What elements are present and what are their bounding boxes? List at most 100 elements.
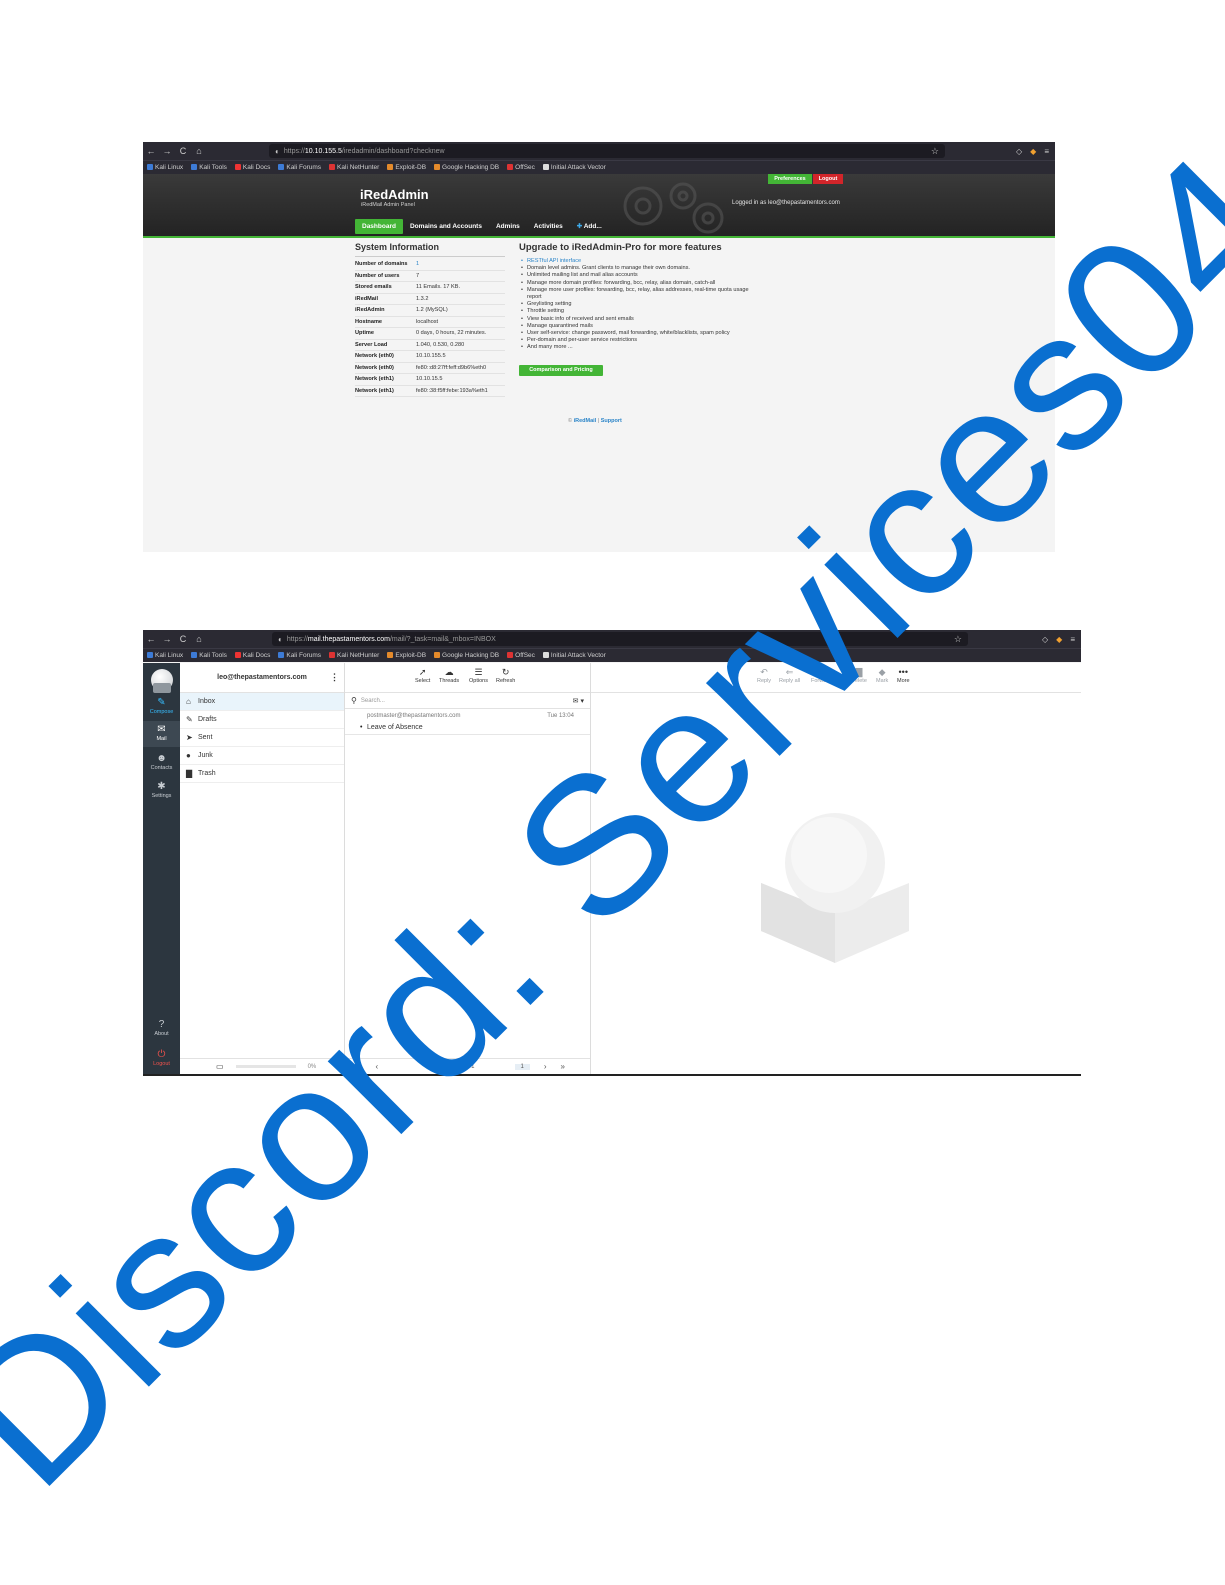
url-bar[interactable]: ◐ https://mail.thepastamentors.com/mail/… xyxy=(272,632,968,646)
bookmark-kali-linux[interactable]: Kali Linux xyxy=(147,164,183,171)
bookmark-label: Kali Linux xyxy=(155,652,184,659)
kali-docs-icon xyxy=(234,164,241,171)
pocket-icon[interactable]: ◇ xyxy=(1016,147,1022,156)
mark-button[interactable]: ◆ Mark xyxy=(876,666,888,684)
reply-button[interactable]: ↶ Reply xyxy=(757,666,771,684)
delete-button[interactable]: ▇ Delete xyxy=(851,666,867,684)
bookmark-star-icon[interactable]: ☆ xyxy=(954,634,962,645)
settings-button[interactable]: ✱ Settings xyxy=(143,781,180,801)
tab-admins[interactable]: Admins xyxy=(489,219,527,234)
bookmark-kali-docs[interactable]: Kali Docs xyxy=(234,652,270,659)
extension-icon[interactable]: ◆ xyxy=(1056,635,1062,644)
contacts-button[interactable]: ☻ Contacts xyxy=(143,753,180,773)
search-icon: ⚲ xyxy=(351,696,357,705)
bookmark-kali-tools[interactable]: Kali Tools xyxy=(191,652,227,659)
preview-pane: ↶ Reply ⇐ Reply all ↷ Forward ▇ Delete ◆ Mark… xyxy=(591,663,1081,1074)
feature-item: User self-service: change password, mail… xyxy=(519,330,749,337)
prev-page-icon[interactable]: ‹ xyxy=(375,1062,378,1071)
bookmark-offsec[interactable]: OffSec xyxy=(507,652,535,659)
bookmark-initial-attack-vector[interactable]: Initial Attack Vector xyxy=(542,164,606,171)
refresh-button[interactable]: ↻ Refresh xyxy=(496,666,515,684)
info-value[interactable]: 1 xyxy=(416,261,419,267)
message-row[interactable]: postmaster@thepastamentors.com Tue 13:04… xyxy=(345,709,590,735)
folder-junk[interactable]: ● Junk xyxy=(180,747,344,765)
search-input[interactable]: Search... xyxy=(361,698,385,704)
folder-sent[interactable]: ➤ Sent xyxy=(180,729,344,747)
forward-button[interactable]: → xyxy=(159,634,175,644)
forward-button[interactable]: ↷ Forward xyxy=(811,666,831,684)
bookmark-kali-docs[interactable]: Kali Docs xyxy=(234,164,270,171)
search-bar[interactable]: ⚲ Search... ✉ ▾ xyxy=(345,693,590,709)
plus-icon: ✚ xyxy=(576,223,584,230)
bookmark-kali-forums[interactable]: Kali Forums xyxy=(278,652,321,659)
feature-item[interactable]: RESTful API interface xyxy=(519,258,749,265)
message-from: postmaster@thepastamentors.com xyxy=(367,713,461,719)
iredmail-link[interactable]: iRedMail xyxy=(574,418,597,424)
tab-domains-accounts[interactable]: Domains and Accounts xyxy=(403,219,489,234)
mail-button[interactable]: ✉ Mail xyxy=(143,721,180,747)
bookmark-kali-tools[interactable]: Kali Tools xyxy=(191,164,227,171)
folder-trash[interactable]: ▇ Trash xyxy=(180,765,344,783)
menu-icon[interactable]: ≡ xyxy=(1070,635,1075,644)
reload-button[interactable]: C xyxy=(175,146,191,156)
tab-activities[interactable]: Activities xyxy=(527,219,570,234)
bookmark-star-icon[interactable]: ☆ xyxy=(931,146,939,157)
home-button[interactable]: ⌂ xyxy=(191,634,207,644)
forward-button[interactable]: → xyxy=(159,146,175,156)
info-key: Network (eth0) xyxy=(355,353,394,360)
folder-drafts[interactable]: ✎ Drafts xyxy=(180,711,344,729)
logout-button[interactable]: ⏻ Logout xyxy=(143,1049,180,1069)
back-button[interactable]: ← xyxy=(143,634,159,644)
iredadmin-header: iRedAdmin iRedMail Admin Panel Preferenc… xyxy=(143,174,1055,236)
bookmark-exploit-db[interactable]: Exploit-DB xyxy=(387,164,426,171)
bookmark-exploit-db[interactable]: Exploit-DB xyxy=(387,652,426,659)
compose-button[interactable]: ✎ Compose xyxy=(143,697,180,717)
preferences-button[interactable]: Preferences xyxy=(768,174,812,184)
support-link[interactable]: Support xyxy=(601,418,622,424)
url-path: /iredadmin/dashboard?checknew xyxy=(341,147,445,155)
bookmark-kali-linux[interactable]: Kali Linux xyxy=(147,652,183,659)
options-button[interactable]: ☰ Options xyxy=(469,666,488,684)
select-button[interactable]: ➚ Select xyxy=(415,666,430,684)
inbox-icon: ⌂ xyxy=(186,697,191,706)
bookmark-google-hacking-db[interactable]: Google Hacking DB xyxy=(434,164,499,171)
reply-all-button[interactable]: ⇐ Reply all xyxy=(779,666,800,684)
home-button[interactable]: ⌂ xyxy=(191,146,207,156)
trash-icon: ▇ xyxy=(186,769,193,778)
more-button[interactable]: ••• More xyxy=(897,666,910,684)
bookmark-kali-nethunter[interactable]: Kali NetHunter xyxy=(329,164,379,171)
upgrade-panel: Upgrade to iRedAdmin-Pro for more featur… xyxy=(519,242,749,352)
extension-icon[interactable]: ◆ xyxy=(1030,147,1036,156)
bookmark-kali-nethunter[interactable]: Kali NetHunter xyxy=(329,652,379,659)
pocket-icon[interactable]: ◇ xyxy=(1042,635,1048,644)
last-page-icon[interactable]: » xyxy=(561,1062,565,1071)
more-label: More xyxy=(897,678,910,684)
bookmark-kali-forums[interactable]: Kali Forums xyxy=(278,164,321,171)
first-page-icon[interactable]: « xyxy=(355,1062,359,1071)
comparison-pricing-button[interactable]: Comparison and Pricing xyxy=(519,365,603,376)
menu-icon[interactable]: ≡ xyxy=(1044,147,1049,156)
envelope-filter-icon[interactable]: ✉ ▾ xyxy=(573,697,584,705)
tab-dashboard[interactable]: Dashboard xyxy=(355,219,403,234)
bookmark-label: Initial Attack Vector xyxy=(550,652,606,659)
more-vertical-icon[interactable]: ⋮ xyxy=(330,672,339,683)
reply-icon: ↶ xyxy=(760,667,768,677)
bookmark-offsec[interactable]: OffSec xyxy=(507,164,535,171)
kali-docs-icon xyxy=(234,652,241,659)
feature-item: Domain level admins. Grant clients to ma… xyxy=(519,265,749,272)
logout-button[interactable]: Logout xyxy=(813,174,843,184)
tab-add[interactable]: ✚ Add... xyxy=(570,219,609,234)
bookmark-initial-attack-vector[interactable]: Initial Attack Vector xyxy=(542,652,606,659)
bookmark-label: Exploit-DB xyxy=(395,164,427,171)
back-button[interactable]: ← xyxy=(143,146,159,156)
next-page-icon[interactable]: › xyxy=(544,1062,547,1071)
reload-button[interactable]: C xyxy=(175,634,191,644)
about-button[interactable]: ? About xyxy=(143,1019,180,1039)
folder-inbox[interactable]: ⌂ Inbox xyxy=(180,693,344,711)
info-key: iRedAdmin xyxy=(355,307,385,314)
threads-button[interactable]: ☁ Threads xyxy=(439,666,459,684)
page-number-input[interactable]: 1 xyxy=(514,1063,530,1070)
page: ← → C ⌂ ◐ https://10.10.155.5/iredadmin/… xyxy=(0,0,1225,1585)
bookmark-google-hacking-db[interactable]: Google Hacking DB xyxy=(434,652,499,659)
url-bar[interactable]: ◐ https://10.10.155.5/iredadmin/dashboar… xyxy=(269,144,945,158)
